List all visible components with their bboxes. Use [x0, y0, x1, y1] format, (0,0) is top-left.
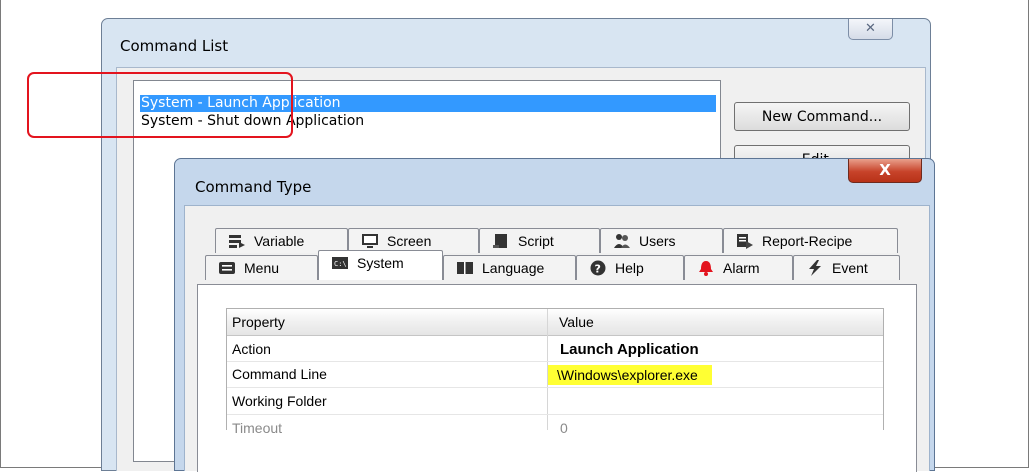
users-icon — [614, 234, 630, 248]
alarm-bell-icon — [699, 261, 713, 276]
tab-help[interactable]: ? Help — [576, 255, 684, 280]
highlight-annotation — [27, 72, 293, 138]
property-value[interactable]: 0 — [560, 416, 568, 441]
tab-label: Screen — [387, 233, 432, 249]
tab-label: Language — [482, 260, 545, 276]
close-icon[interactable]: ✕ — [848, 19, 893, 40]
monitor-icon — [362, 234, 378, 248]
row-divider — [227, 387, 883, 388]
new-command-button[interactable]: New Command... — [734, 102, 910, 131]
system-console-icon: C:\ — [332, 257, 348, 269]
property-value[interactable]: \Windows\explorer.exe — [548, 365, 712, 385]
language-icon — [457, 262, 473, 274]
row-divider — [227, 414, 883, 415]
tab-label: Menu — [244, 260, 280, 276]
tab-script[interactable]: Script — [479, 228, 600, 253]
tab-users[interactable]: Users — [600, 228, 723, 253]
tab-label: Script — [518, 233, 554, 249]
svg-text:?: ? — [595, 263, 601, 276]
tab-alarm[interactable]: Alarm — [684, 255, 793, 280]
menu-icon — [219, 262, 235, 274]
property-name: Working Folder — [232, 393, 327, 409]
tab-menu[interactable]: Menu — [205, 255, 318, 280]
help-icon: ? — [590, 260, 606, 276]
script-icon — [493, 234, 507, 248]
property-name: Timeout — [232, 420, 283, 436]
command-list-title: Command List — [120, 37, 229, 55]
tab-label: Variable — [254, 233, 305, 249]
svg-text:C:\: C:\ — [334, 260, 347, 268]
property-grid[interactable]: Property Value Action Launch Application… — [226, 308, 884, 436]
report-recipe-icon — [737, 234, 753, 249]
tab-label: Report-Recipe — [762, 233, 853, 249]
column-header-property[interactable]: Property — [232, 310, 285, 335]
property-name: Action — [232, 341, 271, 357]
lightning-icon — [809, 260, 821, 276]
tab-label: System — [357, 255, 404, 271]
tab-label: Users — [639, 233, 676, 249]
property-value[interactable]: Launch Application — [560, 337, 699, 362]
command-type-title: Command Type — [195, 178, 312, 196]
tab-label: Help — [615, 260, 644, 276]
tab-system[interactable]: C:\ System — [318, 250, 443, 280]
tab-event[interactable]: Event — [793, 255, 900, 280]
property-name: Command Line — [232, 366, 327, 382]
tab-language[interactable]: Language — [443, 255, 576, 280]
column-header-value[interactable]: Value — [559, 310, 594, 335]
close-icon[interactable]: X — [848, 159, 922, 183]
tab-report-recipe[interactable]: Report-Recipe — [723, 228, 898, 253]
variable-icon — [229, 235, 245, 248]
tab-label: Event — [832, 260, 868, 276]
tab-label: Alarm — [723, 260, 760, 276]
grid-header — [227, 309, 883, 336]
